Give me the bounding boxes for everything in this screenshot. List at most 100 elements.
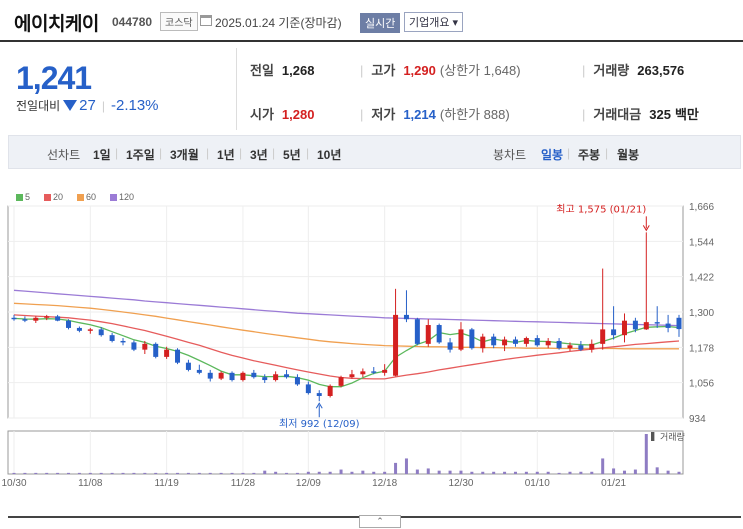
candle-body (185, 362, 191, 370)
volume-bar (415, 469, 419, 474)
candle-body (305, 384, 311, 394)
down-triangle-icon (63, 100, 78, 111)
candle-body (654, 322, 660, 324)
volume-bar (350, 471, 354, 474)
period-5y[interactable]: 5년 (283, 146, 301, 163)
candle-body (360, 371, 366, 375)
candle-body (338, 377, 344, 386)
volume-bar (470, 471, 474, 474)
ma5-line (13, 317, 680, 388)
candle-body (284, 374, 290, 378)
period-3m[interactable]: 3개월 (170, 146, 199, 163)
volume-bar (557, 472, 561, 474)
volume-bar (612, 468, 616, 474)
x-tick-label: 10/30 (1, 478, 26, 489)
volume-bar (12, 472, 16, 474)
stat-high: | 고가 1,290 (상한가 1,648) (360, 60, 521, 79)
realtime-button[interactable]: 실시간 (360, 13, 401, 33)
volume-bar (317, 471, 321, 474)
volume-bar (503, 471, 507, 474)
volume-bar (208, 472, 212, 474)
candle-body (436, 325, 442, 343)
volume-bar (285, 472, 289, 474)
candle-body (66, 320, 72, 328)
candle-chart-label: 봉차트 (493, 148, 527, 162)
company-info-dropdown[interactable]: 기업개요 ▾ (404, 12, 464, 32)
x-tick-label: 11/08 (78, 478, 103, 489)
volume-bar (579, 471, 583, 474)
candle-body (120, 340, 126, 343)
volume-bar (88, 472, 92, 474)
candle-body (164, 349, 170, 357)
candle-body (447, 342, 453, 350)
volume-bar (394, 462, 398, 474)
x-tick-label: 01/21 (601, 478, 626, 489)
volume-bar (481, 471, 485, 474)
collapse-chart-button[interactable]: ⌃ (359, 515, 401, 528)
volume-bar (67, 472, 71, 474)
volume-bar (524, 471, 528, 474)
volume-bar (459, 470, 463, 474)
candle-body (294, 377, 300, 385)
volume-bar (622, 470, 626, 474)
volume-bar (143, 472, 147, 474)
candle-body (665, 323, 671, 328)
volume-bar (383, 471, 387, 474)
volume-bar (655, 467, 659, 474)
candle-body (621, 320, 627, 336)
volume-bar (513, 471, 517, 474)
volume-value: 263,576 (637, 63, 685, 78)
toolbar-separator: | (306, 146, 310, 160)
volume-bar (361, 470, 365, 474)
volume-bar (590, 471, 594, 474)
candle-body (502, 339, 508, 346)
candle-body (382, 369, 388, 373)
high-annotation: 최고 1,575 (01/21) (556, 203, 646, 215)
volume-label: ▍거래량 (651, 431, 685, 442)
candle-body (458, 329, 464, 350)
volume-bar (77, 472, 81, 474)
price-change: 전일대비 27 | -2.13% (16, 97, 159, 114)
amount-value: 325 (649, 107, 671, 122)
candlestick-chart[interactable]: 1,666 1,544 1,422 1,300 1,178 1,056 934 10/30 11… (0, 196, 743, 496)
volume-bar (34, 472, 38, 474)
period-1d[interactable]: 1일 (93, 146, 111, 163)
candle-body (251, 372, 257, 378)
candle-body (491, 336, 497, 346)
ma120-line (13, 289, 680, 327)
price-chart[interactable]: 1,666 1,544 1,422 1,300 1,178 1,056 934 10/30 11… (0, 196, 743, 496)
candle-body (44, 316, 50, 318)
period-10y[interactable]: 10년 (317, 146, 341, 163)
candle-body (55, 316, 61, 321)
x-tick-label: 12/18 (372, 478, 397, 489)
x-tick-label: 01/10 (525, 478, 550, 489)
volume-bar (241, 472, 245, 474)
volume-bar (132, 472, 136, 474)
low-label: 저가 (371, 107, 396, 122)
volume-bar (546, 471, 550, 474)
candle-monthly[interactable]: 월봉 (617, 146, 639, 163)
volume-bar (154, 472, 158, 474)
candle-body (153, 343, 159, 357)
y-tick-label: 1,544 (689, 237, 714, 248)
toolbar-separator: | (605, 146, 609, 160)
candle-body (480, 336, 486, 349)
candle-daily[interactable]: 일봉 (541, 146, 563, 163)
stock-code: 044780 (112, 15, 153, 29)
candle-body (240, 372, 246, 381)
candle-weekly[interactable]: 주봉 (578, 146, 600, 163)
ma60-line (13, 302, 679, 350)
stat-separator: | (360, 63, 364, 78)
period-1y[interactable]: 1년 (217, 146, 235, 163)
volume-bar (448, 470, 452, 474)
volume-bar (295, 472, 299, 474)
candle-body (22, 319, 28, 321)
period-1w[interactable]: 1주일 (126, 146, 155, 163)
period-3y[interactable]: 3년 (250, 146, 268, 163)
stat-amount: | 거래대금 325 백만 (582, 104, 699, 123)
y-tick-label: 1,666 (689, 202, 714, 213)
volume-bar (110, 472, 114, 474)
candle-body (403, 314, 409, 320)
candle-body (578, 345, 584, 350)
high-value: 1,290 (403, 63, 436, 78)
